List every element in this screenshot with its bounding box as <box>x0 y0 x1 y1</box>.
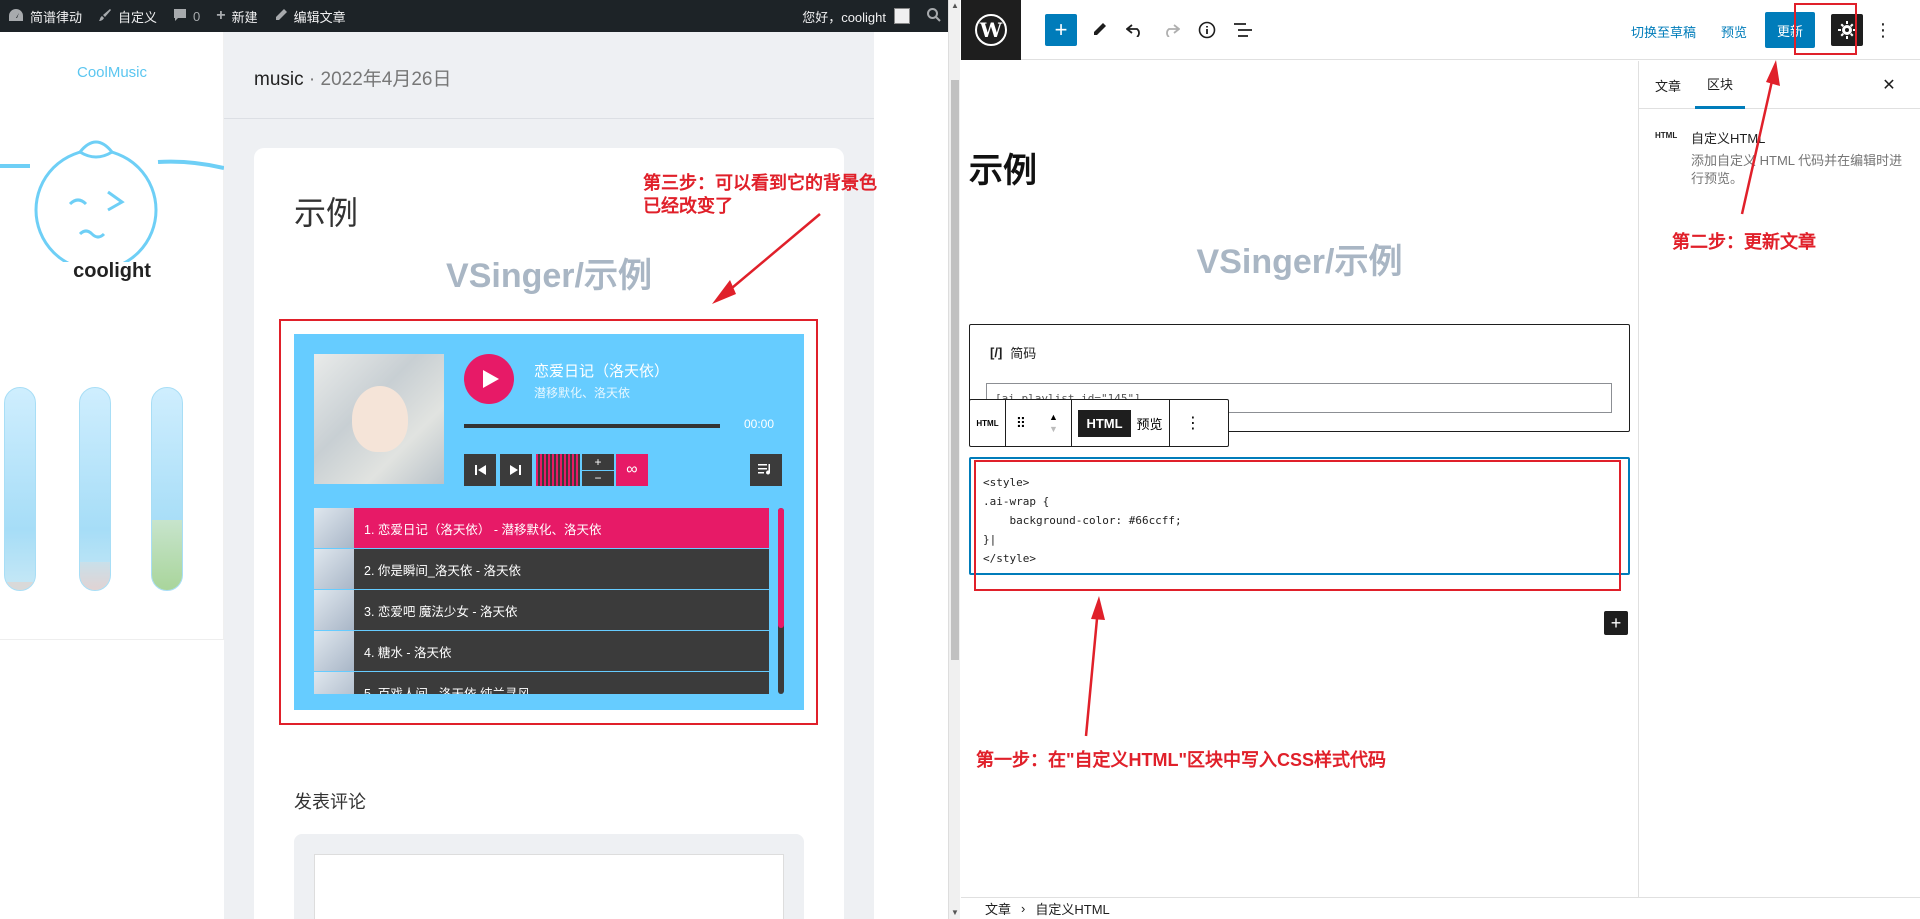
annotation-arrow-icon <box>1084 596 1105 737</box>
annotation-arrow-icon <box>1740 60 1780 215</box>
admin-bar-greeting: 您好，coolight <box>802 9 886 25</box>
comment-heading: 发表评论 <box>294 792 366 812</box>
sidebar: CoolMusic coolight <box>0 32 225 640</box>
move-down-icon[interactable]: ▼ <box>1049 423 1058 435</box>
annotation-step3-line1: 第三步：可以看到它的背景色 <box>643 173 877 193</box>
admin-bar-new-label: 新建 <box>231 9 258 25</box>
pencil-icon <box>1094 23 1106 35</box>
admin-bar-site[interactable]: 简谱律动 <box>0 0 90 32</box>
tab-post[interactable]: 文章 <box>1643 61 1693 109</box>
comment-icon <box>173 8 187 24</box>
admin-bar-search[interactable] <box>918 0 950 32</box>
annotation-arrow-icon <box>712 213 821 304</box>
block-inserter-button[interactable]: + <box>1604 611 1628 635</box>
avatar <box>894 8 910 24</box>
admin-bar-new[interactable]: + 新建 <box>208 0 265 32</box>
undo-icon <box>1126 24 1140 37</box>
author-name: coolight <box>73 260 151 282</box>
pencil-icon <box>274 8 288 24</box>
brush-icon <box>98 8 112 24</box>
move-buttons: ▲ ▼ <box>1036 400 1072 446</box>
admin-bar-edit-post-label: 编辑文章 <box>293 9 346 25</box>
list-view-button[interactable] <box>1229 16 1257 44</box>
annotation-highlight-box <box>279 319 818 725</box>
details-button[interactable] <box>1193 16 1221 44</box>
html-block-icon: HTML <box>1655 131 1678 140</box>
more-options-button[interactable]: ⋮ <box>1873 16 1893 44</box>
divider <box>224 118 874 119</box>
plus-icon: + <box>1610 612 1622 633</box>
post-date: · 2022年4月26日 <box>308 69 452 90</box>
annotation-code-box <box>974 460 1621 591</box>
more-vertical-icon: ⋮ <box>1874 19 1892 40</box>
editor-post-title[interactable]: 示例 <box>969 143 1037 192</box>
scroll-up-arrow-icon[interactable]: ▲ <box>949 0 961 12</box>
shortcode-block-title: 简码 <box>1010 346 1037 361</box>
scroll-down-arrow-icon[interactable]: ▼ <box>949 907 961 919</box>
site-title[interactable]: CoolMusic <box>0 64 224 81</box>
admin-bar-site-name: 简谱律动 <box>30 9 83 25</box>
drag-handle-icon[interactable]: ⠿ <box>1006 400 1036 446</box>
admin-bar-comments-count: 0 <box>193 8 201 24</box>
annotation-step2: 第二步：更新文章 <box>1672 232 1816 252</box>
comment-textarea[interactable] <box>314 854 784 919</box>
html-tab[interactable]: HTML <box>1078 409 1131 437</box>
editor-heading-block[interactable]: VSinger/示例 <box>961 234 1638 283</box>
frontend-pane: 简谱律动 自定义 0 + 新建 编辑文章 您好，coolight CoolMus… <box>0 0 950 919</box>
post-category[interactable]: music <box>254 69 304 90</box>
undo-button[interactable] <box>1121 16 1149 44</box>
redo-icon <box>1166 24 1180 37</box>
block-type-button[interactable]: HTML <box>970 400 1006 446</box>
decor-tube <box>4 387 36 591</box>
move-up-icon[interactable]: ▲ <box>1049 411 1058 423</box>
add-block-button[interactable]: + <box>1045 14 1077 46</box>
tools-button[interactable] <box>1085 16 1113 44</box>
admin-bar-customize-label: 自定义 <box>118 9 158 25</box>
breadcrumb-current[interactable]: 自定义HTML <box>1035 899 1109 918</box>
annotation-step1: 第一步：在"自定义HTML"区块中写入CSS样式代码 <box>976 750 1387 770</box>
annotation-update-box <box>1794 3 1857 55</box>
search-icon <box>926 7 942 26</box>
block-breadcrumb: 文章 › 自定义HTML <box>961 897 1920 919</box>
breadcrumb-separator: › <box>1021 901 1026 916</box>
editor-header: W + 切换至草稿 预览 更新 ⋮ <box>961 0 1920 60</box>
dashboard-icon <box>8 8 24 24</box>
admin-bar-comments[interactable]: 0 <box>165 0 208 32</box>
decor-tube <box>79 387 111 591</box>
admin-bar-customize[interactable]: 自定义 <box>90 0 165 32</box>
comment-form <box>294 834 804 919</box>
shortcode-block-label: [/] 简码 <box>990 343 1036 362</box>
page-scrollbar-thumb[interactable] <box>951 80 959 660</box>
page-scrollbar[interactable]: ▲ ▼ <box>948 0 960 919</box>
decor-tube <box>151 387 183 591</box>
admin-bar-account[interactable]: 您好，coolight <box>794 0 918 32</box>
close-icon: ✕ <box>1882 77 1896 94</box>
plus-icon: + <box>1054 17 1068 42</box>
svg-text:W: W <box>979 18 1003 42</box>
close-sidebar-button[interactable]: ✕ <box>1875 71 1903 99</box>
block-options-button[interactable]: ⋮ <box>1170 400 1216 446</box>
site-logo-icon <box>0 112 225 272</box>
html-mode-switcher: HTML 预览 <box>1072 400 1170 446</box>
preview-tab[interactable]: 预览 <box>1137 414 1163 433</box>
list-view-icon <box>1234 23 1252 37</box>
post-meta: music · 2022年4月26日 <box>254 64 451 91</box>
more-vertical-icon: ⋮ <box>1185 415 1201 432</box>
redo-button[interactable] <box>1157 16 1185 44</box>
preview-button[interactable]: 预览 <box>1721 22 1747 41</box>
block-toolbar: HTML ⠿ ▲ ▼ HTML 预览 ⋮ <box>969 399 1229 447</box>
block-card-description: 添加自定义 HTML 代码并在编辑时进行预览。 <box>1691 153 1903 186</box>
admin-bar-edit-post[interactable]: 编辑文章 <box>266 0 354 32</box>
switch-to-draft-button[interactable]: 切换至草稿 <box>1631 22 1696 41</box>
shortcode-icon: [/] <box>990 345 1003 360</box>
plus-icon: + <box>216 7 226 24</box>
post-title: 示例 <box>294 194 359 232</box>
wordpress-logo-icon[interactable]: W <box>961 0 1021 60</box>
admin-bar: 简谱律动 自定义 0 + 新建 编辑文章 您好，coolight <box>0 0 950 32</box>
breadcrumb-root[interactable]: 文章 <box>985 899 1011 918</box>
info-icon <box>1198 21 1216 39</box>
